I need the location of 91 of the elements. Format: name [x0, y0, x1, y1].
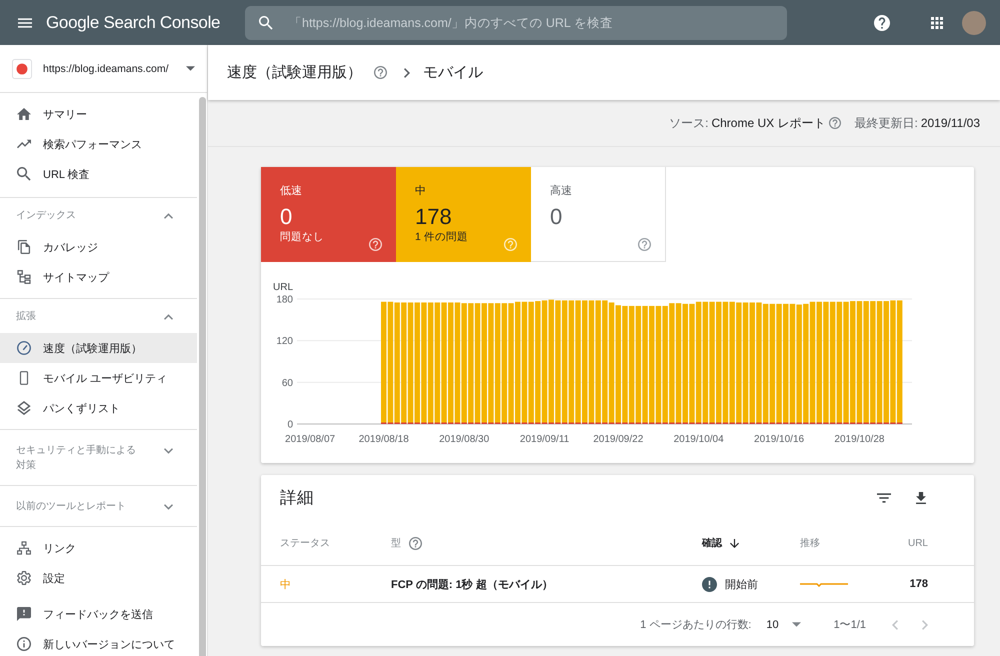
axis-tick-label: 120 — [276, 336, 293, 348]
axis-tick-label: 2019/09/11 — [520, 434, 570, 445]
nav-item[interactable]: フィードバックを送信 — [0, 599, 197, 629]
gauge-icon — [17, 341, 31, 355]
nav-item[interactable]: リンク — [0, 533, 197, 563]
layers-icon — [17, 401, 31, 415]
info-icon — [17, 637, 31, 651]
card-title: 詳細 — [280, 488, 314, 509]
nav-item[interactable]: モバイル ユーザビリティ — [0, 363, 197, 393]
info-value: Chrome UX レポート — [711, 114, 826, 132]
phone-icon — [17, 371, 31, 385]
summary-tile[interactable]: 中 178 1 件の問題 — [396, 167, 531, 262]
help-icon[interactable] — [374, 66, 387, 79]
summary-tile[interactable]: 高速 0 — [531, 167, 666, 262]
site-favicon-icon — [12, 58, 32, 78]
property-selector[interactable]: https://blog.ideamans.com/ — [0, 45, 207, 93]
product-logo[interactable]: Google Search Console — [46, 12, 220, 32]
page-range: 1〜1/1 — [834, 618, 866, 632]
trend-sparkline — [800, 582, 848, 586]
axis-tick-label: 2019/09/22 — [593, 434, 644, 445]
section-header[interactable]: セキュリティと手動による対策 — [0, 430, 197, 485]
column-header[interactable]: URL — [908, 538, 928, 548]
nav-item[interactable]: URL 検査 — [0, 159, 197, 189]
nav-item[interactable]: 新しいバージョンについて — [0, 629, 197, 656]
column-header[interactable]: 確認 — [702, 536, 722, 550]
search-icon — [259, 16, 273, 30]
section-header[interactable]: 拡張 — [0, 299, 197, 333]
apps-grid-icon[interactable] — [931, 16, 943, 28]
column-header[interactable]: ステータス — [280, 536, 330, 550]
summary-tile[interactable]: 低速 0 問題なし — [261, 167, 396, 262]
help-icon[interactable] — [369, 238, 382, 251]
axis-tick-label: 60 — [282, 378, 293, 389]
chevron-left-icon — [892, 620, 898, 630]
dropdown-caret-icon — [792, 622, 801, 627]
help-icon[interactable] — [829, 117, 842, 129]
column-header[interactable]: 型 — [391, 536, 401, 550]
sort-arrow-icon — [730, 538, 739, 548]
network-icon — [17, 541, 31, 555]
status-label: 中 — [280, 578, 291, 592]
nav-item[interactable]: 速度（試験運用版） — [0, 333, 197, 363]
dropdown-caret-icon — [186, 66, 195, 71]
axis-tick-label: 180 — [276, 294, 293, 306]
table-cell: 178 — [910, 578, 928, 590]
home-icon — [17, 107, 31, 121]
axis-title: URL — [273, 282, 294, 293]
nav-item[interactable]: サイトマップ — [0, 262, 197, 292]
axis-tick-label: 2019/08/07 — [285, 434, 336, 445]
chevron-right-icon — [404, 68, 410, 78]
scrollbar-thumb[interactable] — [198, 97, 206, 656]
column-header[interactable]: 推移 — [800, 536, 820, 550]
search-icon — [17, 167, 31, 181]
avatar-placeholder[interactable] — [962, 10, 986, 34]
nav-item[interactable]: 検索パフォーマンス — [0, 129, 197, 159]
search-field[interactable]: 「https://blog.ideamans.com/」内のすべての URL を検査 — [245, 6, 787, 40]
nav-item[interactable]: サマリー — [0, 99, 197, 129]
axis-tick-label: 0 — [287, 420, 293, 430]
filter-icon[interactable] — [877, 492, 891, 504]
section-header[interactable]: 以前のツールとレポート — [0, 486, 197, 526]
chevron-down-icon — [164, 504, 173, 510]
axis-tick-label: 2019/08/18 — [358, 434, 409, 445]
nav-item[interactable]: カバレッジ — [0, 232, 197, 262]
chevron-up-icon — [164, 314, 173, 320]
info-label: 最終更新日: — [854, 114, 918, 132]
download-icon[interactable] — [914, 492, 928, 504]
info-label: ソース: — [669, 114, 708, 132]
help-icon[interactable] — [874, 14, 890, 30]
axis-tick-label: 2019/10/16 — [754, 434, 804, 445]
chevron-right-icon — [922, 620, 928, 630]
menu-icon[interactable] — [18, 18, 32, 28]
axis-tick-label: 2019/10/04 — [674, 434, 724, 445]
pages-icon — [17, 240, 31, 254]
trend-line-icon — [17, 137, 31, 151]
breadcrumb-link[interactable]: 速度（試験運用版） — [227, 63, 362, 82]
help-icon[interactable] — [409, 536, 422, 550]
rows-per-page-label: 1 ページあたりの行数: — [640, 618, 752, 632]
page-title: モバイル — [423, 63, 483, 82]
axis-tick-label: 2019/08/30 — [439, 434, 490, 445]
chevron-down-icon — [164, 448, 173, 454]
nav-item[interactable]: 設定 — [0, 563, 197, 593]
feedback-icon — [17, 607, 31, 621]
sitemap-icon — [17, 270, 31, 284]
nav-item[interactable]: パンくずリスト — [0, 393, 197, 423]
section-header[interactable]: インデックス — [0, 198, 197, 232]
error-icon — [702, 576, 717, 592]
info-value: 2019/11/03 — [920, 116, 980, 130]
rows-per-page-select[interactable]: 10 — [766, 618, 801, 630]
chevron-up-icon — [164, 213, 173, 219]
table-cell[interactable]: FCP の問題: 1秒 超（モバイル） — [391, 576, 553, 592]
axis-tick-label: 2019/10/28 — [834, 434, 884, 445]
table-cell-text: 開始前 — [725, 578, 758, 592]
settings-icon — [17, 571, 31, 585]
